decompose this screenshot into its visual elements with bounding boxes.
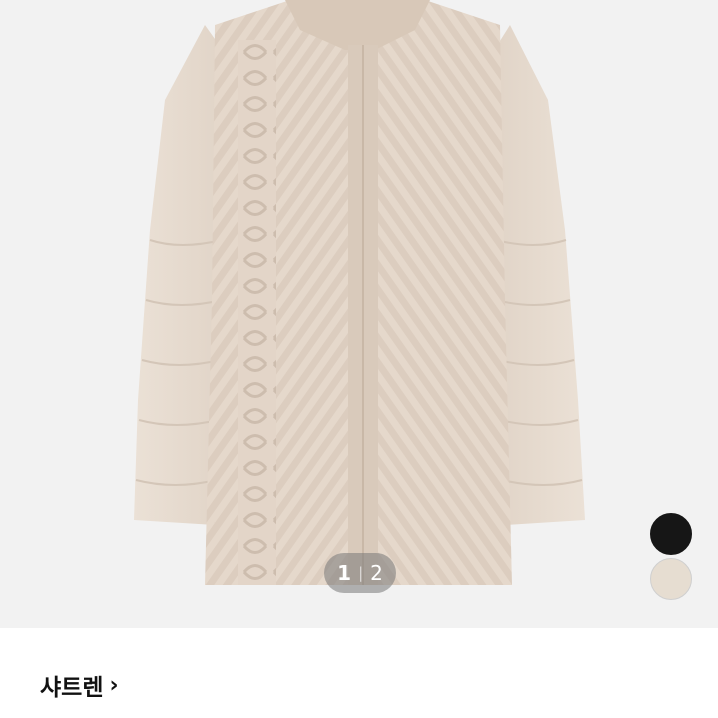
image-page-indicator: 1 | 2 — [324, 553, 396, 593]
total-page-number: 2 — [370, 561, 383, 585]
color-swatch-black[interactable] — [650, 513, 692, 555]
chevron-right-icon: › — [109, 672, 119, 698]
current-page-number: 1 — [337, 561, 352, 585]
product-photo — [134, 0, 585, 585]
page-separator: | — [358, 564, 364, 582]
product-image-gallery[interactable]: 1 | 2 — [0, 0, 718, 628]
brand-name: 샤트렌 — [40, 675, 104, 701]
product-info: 샤트렌 › — [0, 628, 718, 718]
color-swatch-beige[interactable] — [650, 558, 692, 600]
brand-link[interactable]: 샤트렌 › — [40, 668, 119, 702]
